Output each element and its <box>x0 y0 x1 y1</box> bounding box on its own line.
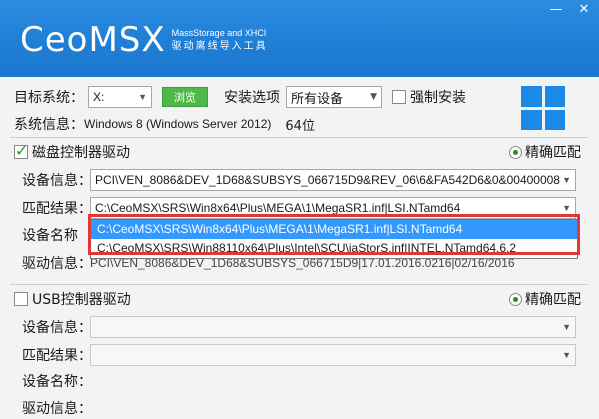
chevron-down-icon: ▼ <box>562 322 571 332</box>
app-logo: CeoMSX MassStorage and XHCI 驱动离线导入工具 <box>20 20 268 60</box>
usb-exact-match-label: 精确匹配 <box>525 292 581 308</box>
chevron-down-icon: ▼ <box>562 203 571 213</box>
usb-match-select[interactable]: ▼ <box>90 344 576 366</box>
usb-match-label: 匹配结果： <box>22 348 92 364</box>
sysinfo-row: 系统信息： Windows 8 (Windows Server 2012) 64… <box>14 114 315 134</box>
window-controls: — ✕ <box>549 2 591 17</box>
usb-driver-info-row: 驱动信息： <box>22 398 92 418</box>
usb-device-name-label: 设备名称： <box>22 374 92 390</box>
usb-match-row: 匹配结果： ▼ <box>22 344 576 366</box>
disk-device-info-label: 设备信息： <box>22 173 92 189</box>
chevron-down-icon: ▼ <box>562 350 571 360</box>
logo-subtitle-cn: 驱动离线导入工具 <box>171 41 268 52</box>
sysinfo-os: Windows 8 (Windows Server 2012) <box>84 117 272 131</box>
chevron-down-icon: ▼ <box>138 92 147 102</box>
sysinfo-arch: 64位 <box>285 118 315 134</box>
disk-device-info-value: PCI\VEN_8086&DEV_1D68&SUBSYS_066715D9&RE… <box>95 173 560 187</box>
install-options-label: 安装选项 <box>224 90 280 106</box>
disk-section-header: 磁盘控制器驱动 <box>14 141 130 162</box>
divider <box>10 137 588 138</box>
disk-driver-info-label: 驱动信息： <box>22 256 92 272</box>
browse-button[interactable]: 浏览 <box>162 87 208 107</box>
usb-driver-checkbox[interactable] <box>14 292 28 306</box>
highlight-annotation <box>88 214 580 255</box>
usb-section-header: USB控制器驱动 <box>14 289 131 309</box>
windows-logo-icon <box>521 86 565 130</box>
usb-exact-match-radio[interactable] <box>509 292 522 306</box>
close-button[interactable]: ✕ <box>577 2 591 17</box>
usb-device-info-select[interactable]: ▼ <box>90 316 576 338</box>
logo-text: CeoMSX <box>20 20 166 60</box>
disk-device-name-label: 设备名称 <box>22 228 78 244</box>
install-options-select[interactable]: 所有设备 ▼ <box>286 86 382 108</box>
title-bar: CeoMSX MassStorage and XHCI 驱动离线导入工具 — ✕ <box>0 0 599 77</box>
usb-device-info-row: 设备信息： ▼ <box>22 316 576 338</box>
disk-section-title: 磁盘控制器驱动 <box>32 145 130 161</box>
disk-exact-match-radio[interactable] <box>509 145 522 159</box>
disk-device-name-row: 设备名称 <box>22 225 78 245</box>
drive-select[interactable]: X: ▼ <box>88 86 152 108</box>
usb-driver-info-label: 驱动信息： <box>22 401 92 417</box>
disk-device-info-row: 设备信息： PCI\VEN_8086&DEV_1D68&SUBSYS_06671… <box>22 169 576 191</box>
chevron-down-icon: ▼ <box>370 92 377 102</box>
disk-device-info-select[interactable]: PCI\VEN_8086&DEV_1D68&SUBSYS_066715D9&RE… <box>90 169 576 191</box>
chevron-down-icon: ▼ <box>562 175 571 185</box>
divider <box>10 284 588 285</box>
usb-exact-match[interactable]: 精确匹配 <box>509 289 581 309</box>
target-row: 目标系统： X: ▼ 浏览 安装选项 所有设备 ▼ 强制安装 <box>14 86 466 108</box>
usb-device-info-label: 设备信息： <box>22 320 92 336</box>
disk-exact-match-label: 精确匹配 <box>525 145 581 161</box>
disk-exact-match[interactable]: 精确匹配 <box>509 142 581 162</box>
drive-select-value: X: <box>93 90 105 104</box>
install-options-value: 所有设备 <box>291 91 344 107</box>
logo-subtitle: MassStorage and XHCI 驱动离线导入工具 <box>172 26 268 54</box>
force-install-label: 强制安装 <box>410 90 466 106</box>
force-install-checkbox[interactable] <box>392 90 406 104</box>
sysinfo-label: 系统信息： <box>14 117 84 133</box>
minimize-button[interactable]: — <box>549 2 563 17</box>
usb-section-title: USB控制器驱动 <box>32 292 131 308</box>
usb-device-name-row: 设备名称： <box>22 371 92 391</box>
disk-match-label: 匹配结果： <box>22 201 92 217</box>
logo-subtitle-en: MassStorage and XHCI <box>171 28 267 38</box>
disk-match-value: C:\CeoMSX\SRS\Win8x64\Plus\MEGA\1\MegaSR… <box>95 201 461 215</box>
disk-driver-checkbox[interactable] <box>14 141 28 160</box>
target-system-label: 目标系统： <box>14 90 84 106</box>
